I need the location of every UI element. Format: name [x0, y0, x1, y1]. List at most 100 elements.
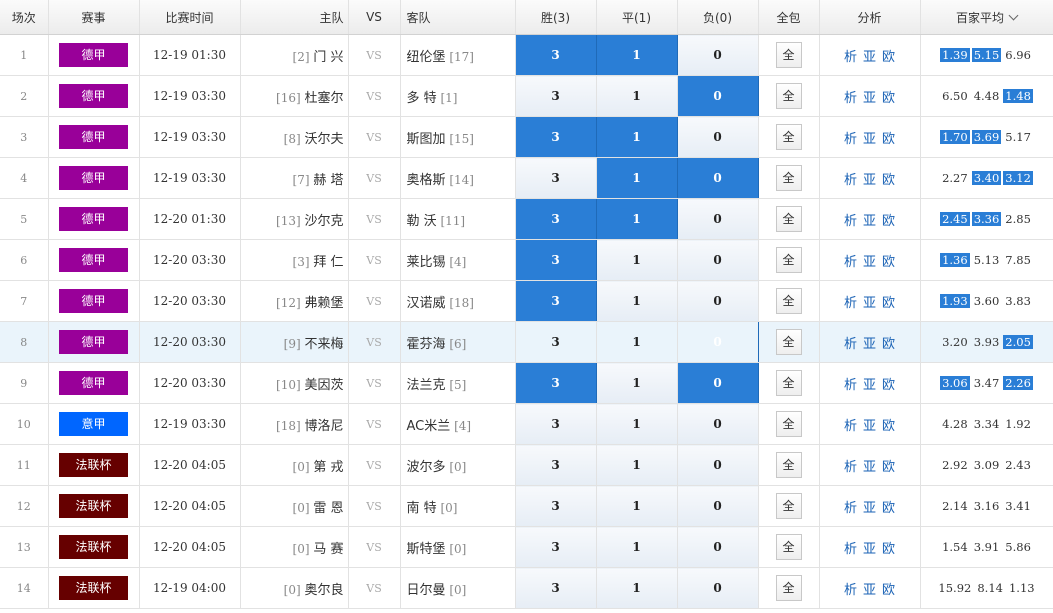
- select-all-button[interactable]: 全: [775, 534, 802, 560]
- asian-odds-link[interactable]: 亚: [863, 542, 876, 557]
- bet-lose-option[interactable]: 0: [677, 485, 759, 527]
- bet-draw-option[interactable]: 1: [596, 485, 678, 527]
- bet-lose-option[interactable]: 0: [677, 526, 759, 568]
- analysis-link[interactable]: 析: [844, 50, 857, 65]
- analysis-link[interactable]: 析: [844, 337, 857, 352]
- analysis-link[interactable]: 析: [844, 583, 857, 598]
- select-all-button[interactable]: 全: [775, 288, 802, 314]
- league-badge[interactable]: 法联杯: [59, 453, 128, 477]
- home-team[interactable]: 博洛尼: [304, 419, 343, 434]
- league-badge[interactable]: 德甲: [59, 248, 128, 272]
- bet-draw-option[interactable]: 1: [596, 444, 678, 486]
- analysis-link[interactable]: 析: [844, 214, 857, 229]
- select-all-button[interactable]: 全: [775, 329, 802, 355]
- bet-draw-option[interactable]: 1: [596, 567, 678, 609]
- home-team[interactable]: 第 戎: [313, 460, 343, 475]
- euro-odds-link[interactable]: 欧: [882, 50, 895, 65]
- home-team[interactable]: 不来梅: [304, 337, 343, 352]
- away-team[interactable]: 南 特: [407, 501, 437, 516]
- away-team[interactable]: 斯特堡: [407, 542, 446, 557]
- league-badge[interactable]: 德甲: [59, 289, 128, 313]
- bet-lose-option[interactable]: 0: [677, 198, 759, 240]
- league-badge[interactable]: 德甲: [59, 371, 128, 395]
- bet-draw-option[interactable]: 1: [596, 34, 678, 76]
- home-team[interactable]: 沃尔夫: [304, 132, 343, 147]
- select-all-button[interactable]: 全: [775, 165, 802, 191]
- bet-win-option[interactable]: 3: [515, 444, 597, 486]
- home-team[interactable]: 门 兴: [313, 50, 343, 65]
- home-team[interactable]: 沙尔克: [304, 214, 343, 229]
- bet-lose-option[interactable]: 0: [677, 75, 759, 117]
- bet-lose-option[interactable]: 0: [677, 444, 759, 486]
- bet-win-option[interactable]: 3: [515, 567, 597, 609]
- away-team[interactable]: 纽伦堡: [407, 50, 446, 65]
- home-team[interactable]: 马 赛: [313, 542, 343, 557]
- euro-odds-link[interactable]: 欧: [882, 173, 895, 188]
- league-badge[interactable]: 法联杯: [59, 535, 128, 559]
- analysis-link[interactable]: 析: [844, 501, 857, 516]
- away-team[interactable]: 霍芬海: [407, 337, 446, 352]
- asian-odds-link[interactable]: 亚: [863, 296, 876, 311]
- league-badge[interactable]: 德甲: [59, 330, 128, 354]
- euro-odds-link[interactable]: 欧: [882, 337, 895, 352]
- asian-odds-link[interactable]: 亚: [863, 460, 876, 475]
- asian-odds-link[interactable]: 亚: [863, 173, 876, 188]
- bet-lose-option[interactable]: 0: [677, 280, 759, 322]
- bet-win-option[interactable]: 3: [515, 75, 597, 117]
- analysis-link[interactable]: 析: [844, 91, 857, 106]
- bet-lose-option[interactable]: 0: [677, 157, 759, 199]
- euro-odds-link[interactable]: 欧: [882, 501, 895, 516]
- bet-win-option[interactable]: 3: [515, 116, 597, 158]
- bet-win-option[interactable]: 3: [515, 157, 597, 199]
- asian-odds-link[interactable]: 亚: [863, 50, 876, 65]
- euro-odds-link[interactable]: 欧: [882, 378, 895, 393]
- bet-win-option[interactable]: 3: [515, 198, 597, 240]
- select-all-button[interactable]: 全: [775, 452, 802, 478]
- asian-odds-link[interactable]: 亚: [863, 583, 876, 598]
- asian-odds-link[interactable]: 亚: [863, 91, 876, 106]
- bet-draw-option[interactable]: 1: [596, 75, 678, 117]
- away-team[interactable]: 莱比锡: [407, 255, 446, 270]
- away-team[interactable]: 波尔多: [407, 460, 446, 475]
- away-team[interactable]: AC米兰: [407, 419, 451, 434]
- bet-win-option[interactable]: 3: [515, 362, 597, 404]
- select-all-button[interactable]: 全: [775, 206, 802, 232]
- league-badge[interactable]: 德甲: [59, 84, 128, 108]
- asian-odds-link[interactable]: 亚: [863, 419, 876, 434]
- league-badge[interactable]: 德甲: [59, 166, 128, 190]
- bet-draw-option[interactable]: 1: [596, 198, 678, 240]
- asian-odds-link[interactable]: 亚: [863, 214, 876, 229]
- select-all-button[interactable]: 全: [775, 411, 802, 437]
- bet-lose-option[interactable]: 0: [677, 34, 759, 76]
- bet-draw-option[interactable]: 1: [596, 116, 678, 158]
- euro-odds-link[interactable]: 欧: [882, 132, 895, 147]
- select-all-button[interactable]: 全: [775, 370, 802, 396]
- home-team[interactable]: 杜塞尔: [304, 91, 343, 106]
- bet-draw-option[interactable]: 1: [596, 526, 678, 568]
- select-all-button[interactable]: 全: [775, 493, 802, 519]
- chevron-down-icon[interactable]: [1008, 10, 1019, 20]
- home-team[interactable]: 美因茨: [304, 378, 343, 393]
- home-team[interactable]: 弗赖堡: [304, 296, 343, 311]
- analysis-link[interactable]: 析: [844, 132, 857, 147]
- away-team[interactable]: 法兰克: [407, 378, 446, 393]
- bet-lose-option[interactable]: 0: [677, 403, 759, 445]
- bet-draw-option[interactable]: 1: [596, 239, 678, 281]
- home-team[interactable]: 赫 塔: [313, 173, 343, 188]
- select-all-button[interactable]: 全: [775, 124, 802, 150]
- euro-odds-link[interactable]: 欧: [882, 255, 895, 270]
- home-team[interactable]: 拜 仁: [313, 255, 343, 270]
- league-badge[interactable]: 德甲: [59, 207, 128, 231]
- bet-draw-option[interactable]: 1: [596, 362, 678, 404]
- home-team[interactable]: 奥尔良: [304, 583, 343, 598]
- euro-odds-link[interactable]: 欧: [882, 419, 895, 434]
- bet-win-option[interactable]: 3: [515, 239, 597, 281]
- analysis-link[interactable]: 析: [844, 255, 857, 270]
- asian-odds-link[interactable]: 亚: [863, 337, 876, 352]
- away-team[interactable]: 勒 沃: [407, 214, 437, 229]
- bet-win-option[interactable]: 3: [515, 485, 597, 527]
- select-all-button[interactable]: 全: [775, 575, 802, 601]
- bet-win-option[interactable]: 3: [515, 34, 597, 76]
- asian-odds-link[interactable]: 亚: [863, 501, 876, 516]
- bet-win-option[interactable]: 3: [515, 403, 597, 445]
